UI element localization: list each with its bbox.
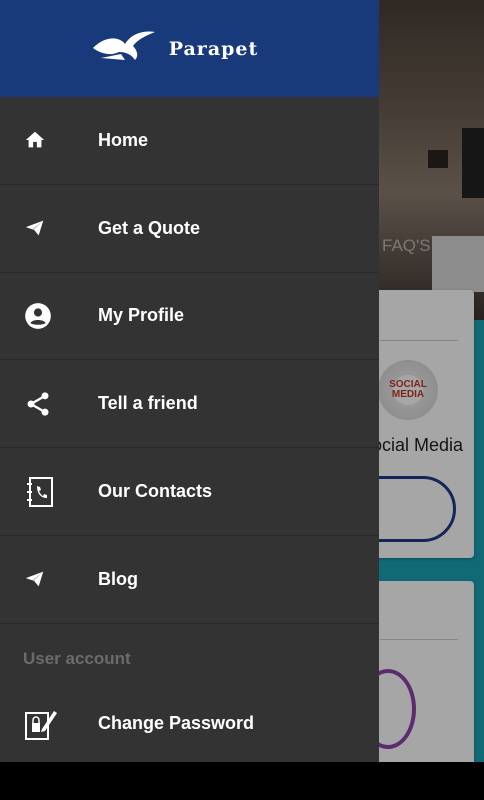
share-icon xyxy=(0,390,98,418)
nav-item-blog[interactable]: Blog xyxy=(0,536,379,624)
nav-item-label: Home xyxy=(98,129,149,150)
nav-item-my-profile[interactable]: My Profile xyxy=(0,273,379,361)
drawer-header: Parapet xyxy=(0,0,379,97)
account-circle-icon xyxy=(0,302,98,330)
send-icon xyxy=(0,217,98,239)
nav-item-tell-a-friend[interactable]: Tell a friend xyxy=(0,360,379,449)
home-icon xyxy=(0,129,98,151)
nav-item-label: My Profile xyxy=(98,305,185,326)
nav-item-label: Our Contacts xyxy=(98,481,213,502)
nav-item-get-a-quote[interactable]: Get a Quote xyxy=(0,185,379,273)
send-icon xyxy=(0,568,98,590)
nav-item-label: Blog xyxy=(98,568,138,589)
bird-logo-icon xyxy=(91,28,157,69)
nav-item-our-contacts[interactable]: Our Contacts xyxy=(0,448,379,536)
nav-item-home[interactable]: Home xyxy=(0,97,379,185)
nav-item-change-password[interactable]: Change Password xyxy=(0,694,379,754)
nav-item-label: Tell a friend xyxy=(98,393,198,414)
edit-lock-icon xyxy=(0,707,98,741)
nav-item-label: Change Password xyxy=(98,713,255,734)
section-user-account: User account xyxy=(23,648,131,668)
contacts-book-icon xyxy=(0,476,98,508)
system-navigation-bar xyxy=(0,762,484,800)
nav-item-label: Get a Quote xyxy=(98,217,201,238)
navigation-drawer: Parapet Home Get a Quote My Profile Tell… xyxy=(0,0,379,762)
brand-name: Parapet xyxy=(168,37,259,60)
